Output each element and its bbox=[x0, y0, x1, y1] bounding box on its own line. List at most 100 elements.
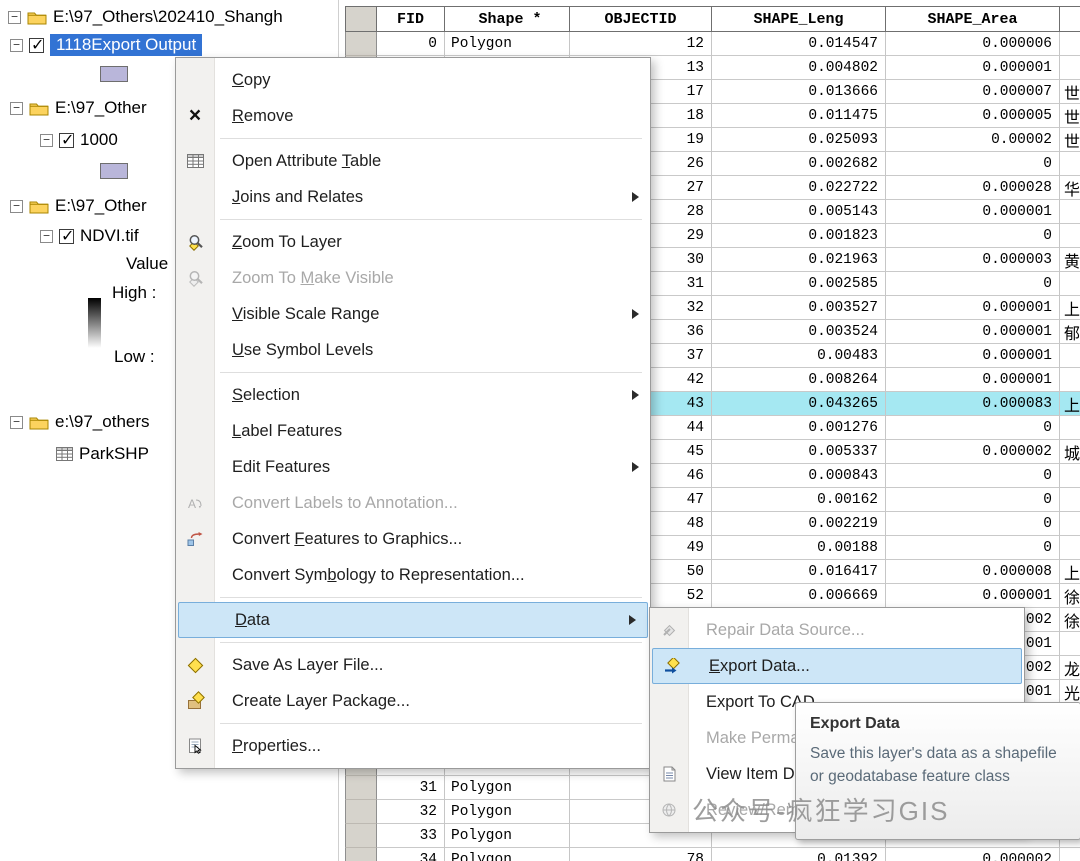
cell-shape-area[interactable]: 0.000001 bbox=[886, 368, 1060, 392]
cell-shape-leng[interactable]: 0.00188 bbox=[712, 536, 886, 560]
cell-shape-area[interactable]: 0.000001 bbox=[886, 320, 1060, 344]
toc-layer-1118-label[interactable]: 1118Export Output bbox=[50, 34, 203, 56]
cell-name[interactable]: 城 bbox=[1060, 440, 1080, 464]
menu-item-save-as-layer-file[interactable]: Save As Layer File... bbox=[176, 647, 650, 683]
col-header-shape-area[interactable]: SHAPE_Area bbox=[886, 6, 1060, 32]
cell-shape-leng[interactable]: 0.003524 bbox=[712, 320, 886, 344]
cell-name[interactable]: 华 bbox=[1060, 176, 1080, 200]
cell-shape-area[interactable]: 0.000006 bbox=[886, 32, 1060, 56]
cell-objectid[interactable]: 78 bbox=[570, 848, 712, 861]
cell-shape-area[interactable]: 0.000028 bbox=[886, 176, 1060, 200]
cell-shape-area[interactable]: 0.000005 bbox=[886, 104, 1060, 128]
toc-table-parkshp-label[interactable]: ParkSHP bbox=[79, 444, 149, 464]
row-selector[interactable] bbox=[345, 848, 377, 861]
toc-group-2-label[interactable]: E:\97_Other bbox=[55, 98, 147, 118]
cell-shape-leng[interactable]: 0.006669 bbox=[712, 584, 886, 608]
cell-shape[interactable]: Polygon bbox=[445, 776, 570, 800]
cell-fid[interactable]: 31 bbox=[377, 776, 445, 800]
layer-checkbox[interactable] bbox=[29, 35, 44, 55]
cell-shape[interactable]: Polygon bbox=[445, 32, 570, 56]
menu-item-label-features[interactable]: Label Features bbox=[176, 413, 650, 449]
cell-shape-leng[interactable]: 0.001276 bbox=[712, 416, 886, 440]
cell-name[interactable] bbox=[1060, 56, 1080, 80]
cell-shape-area[interactable]: 0 bbox=[886, 464, 1060, 488]
menu-item-open-attribute-table[interactable]: Open Attribute Table bbox=[176, 143, 650, 179]
menu-item-data[interactable]: Data bbox=[178, 602, 648, 638]
cell-fid[interactable]: 33 bbox=[377, 824, 445, 848]
cell-name[interactable] bbox=[1060, 344, 1080, 368]
cell-shape-leng[interactable]: 0.003527 bbox=[712, 296, 886, 320]
cell-name[interactable] bbox=[1060, 152, 1080, 176]
toc-layer-ndvi-label[interactable]: NDVI.tif bbox=[80, 226, 139, 246]
cell-name[interactable]: 徐 bbox=[1060, 608, 1080, 632]
col-header-shape-leng[interactable]: SHAPE_Leng bbox=[712, 6, 886, 32]
collapse-expander-icon[interactable] bbox=[10, 38, 23, 52]
cell-shape-leng[interactable]: 0.00162 bbox=[712, 488, 886, 512]
cell-shape-leng[interactable]: 0.022722 bbox=[712, 176, 886, 200]
cell-shape[interactable]: Polygon bbox=[445, 848, 570, 861]
cell-shape-area[interactable]: 0.000001 bbox=[886, 296, 1060, 320]
cell-shape-area[interactable]: 0.000001 bbox=[886, 56, 1060, 80]
menu-item-zoom-to-layer[interactable]: Zoom To Layer bbox=[176, 224, 650, 260]
menu-item-convert-features-to-graphics[interactable]: Convert Features to Graphics... bbox=[176, 521, 650, 557]
menu-item-edit-features[interactable]: Edit Features bbox=[176, 449, 650, 485]
layer-checkbox[interactable] bbox=[59, 130, 74, 150]
cell-fid[interactable]: 0 bbox=[377, 32, 445, 56]
cell-shape-leng[interactable]: 0.008264 bbox=[712, 368, 886, 392]
cell-name[interactable] bbox=[1060, 632, 1080, 656]
cell-shape-leng[interactable]: 0.002219 bbox=[712, 512, 886, 536]
cell-shape-leng[interactable]: 0.021963 bbox=[712, 248, 886, 272]
cell-name[interactable] bbox=[1060, 464, 1080, 488]
cell-shape-area[interactable]: 0 bbox=[886, 416, 1060, 440]
cell-name[interactable] bbox=[1060, 32, 1080, 56]
cell-shape-area[interactable]: 0.000008 bbox=[886, 560, 1060, 584]
row-selector[interactable] bbox=[345, 32, 377, 56]
cell-name[interactable] bbox=[1060, 272, 1080, 296]
menu-item-export-data[interactable]: Export Data... bbox=[652, 648, 1022, 684]
menu-item-use-symbol-levels[interactable]: Use Symbol Levels bbox=[176, 332, 650, 368]
toc-group-3-label[interactable]: E:\97_Other bbox=[55, 196, 147, 216]
cell-shape-area[interactable]: 0.000001 bbox=[886, 344, 1060, 368]
cell-shape-leng[interactable]: 0.002682 bbox=[712, 152, 886, 176]
menu-item-convert-symbology-to-representation[interactable]: Convert Symbology to Representation... bbox=[176, 557, 650, 593]
col-header-objectid[interactable]: OBJECTID bbox=[570, 6, 712, 32]
cell-shape-area[interactable]: 0.00002 bbox=[886, 128, 1060, 152]
cell-shape-leng[interactable]: 0.014547 bbox=[712, 32, 886, 56]
menu-item-create-layer-package[interactable]: Create Layer Package... bbox=[176, 683, 650, 719]
cell-shape[interactable]: Polygon bbox=[445, 800, 570, 824]
cell-shape-leng[interactable]: 0.01392 bbox=[712, 848, 886, 861]
cell-shape-leng[interactable]: 0.016417 bbox=[712, 560, 886, 584]
cell-name[interactable]: 世 bbox=[1060, 104, 1080, 128]
col-header-shape[interactable]: Shape * bbox=[445, 6, 570, 32]
cell-shape-area[interactable]: 0.000002 bbox=[886, 848, 1060, 861]
col-header-name[interactable] bbox=[1060, 6, 1080, 32]
polygon-symbol-swatch[interactable] bbox=[100, 66, 128, 82]
cell-name[interactable] bbox=[1060, 512, 1080, 536]
cell-shape-leng[interactable]: 0.001823 bbox=[712, 224, 886, 248]
cell-name[interactable]: 徐 bbox=[1060, 584, 1080, 608]
menu-item-joins-and-relates[interactable]: Joins and Relates bbox=[176, 179, 650, 215]
cell-shape-area[interactable]: 0 bbox=[886, 152, 1060, 176]
cell-name[interactable] bbox=[1060, 416, 1080, 440]
cell-name[interactable] bbox=[1060, 848, 1080, 861]
cell-name[interactable]: 上 bbox=[1060, 392, 1080, 416]
cell-shape-leng[interactable]: 0.002585 bbox=[712, 272, 886, 296]
cell-name[interactable]: 上 bbox=[1060, 296, 1080, 320]
cell-fid[interactable]: 34 bbox=[377, 848, 445, 861]
cell-shape-leng[interactable]: 0.011475 bbox=[712, 104, 886, 128]
cell-name[interactable] bbox=[1060, 488, 1080, 512]
cell-shape-leng[interactable]: 0.005337 bbox=[712, 440, 886, 464]
cell-name[interactable]: 世 bbox=[1060, 80, 1080, 104]
cell-name[interactable]: 世 bbox=[1060, 128, 1080, 152]
cell-name[interactable]: 郁 bbox=[1060, 320, 1080, 344]
collapse-expander-icon[interactable] bbox=[10, 415, 23, 429]
cell-shape-area[interactable]: 0.000083 bbox=[886, 392, 1060, 416]
menu-item-copy[interactable]: Copy bbox=[176, 62, 650, 98]
cell-name[interactable] bbox=[1060, 536, 1080, 560]
collapse-expander-icon[interactable] bbox=[10, 101, 23, 115]
cell-shape-area[interactable]: 0.000001 bbox=[886, 200, 1060, 224]
toc-layer-1000-label[interactable]: 1000 bbox=[80, 130, 118, 150]
cell-name[interactable] bbox=[1060, 368, 1080, 392]
toc-group-4-label[interactable]: e:\97_others bbox=[55, 412, 150, 432]
cell-objectid[interactable]: 12 bbox=[570, 32, 712, 56]
